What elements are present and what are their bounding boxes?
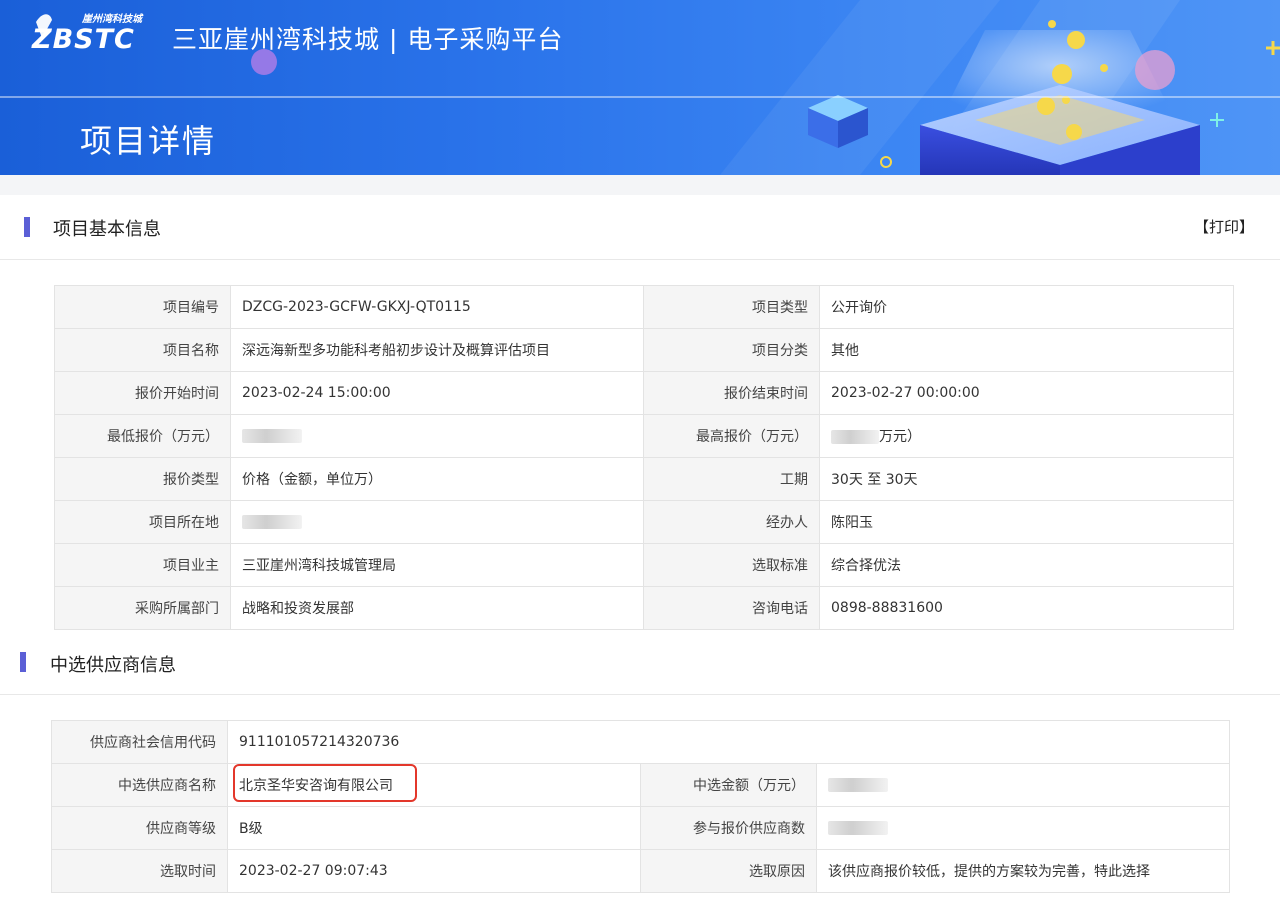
- field-label: 项目名称: [54, 328, 231, 372]
- field-value: B级: [227, 806, 641, 850]
- field-value: 万元）: [819, 414, 1234, 458]
- field-label: 选取原因: [640, 849, 817, 893]
- field-value: 0898-88831600: [819, 586, 1234, 630]
- field-value: 三亚崖州湾科技城管理局: [230, 543, 644, 587]
- credit-code-value: 911101057214320736: [226, 720, 1231, 764]
- table-row: 项目名称 深远海新型多功能科考船初步设计及概算评估项目 项目分类 其他: [54, 328, 1234, 372]
- table-row: 最低报价（万元） 最高报价（万元） 万元）: [54, 414, 1234, 458]
- table-row: 项目所在地 经办人 陈阳玉: [54, 500, 1234, 544]
- field-value: 价格（金额，单位万）: [230, 457, 644, 501]
- field-label: 选取标准: [643, 543, 820, 587]
- section-accent-bar: [24, 217, 30, 237]
- field-value: 30天 至 30天: [819, 457, 1234, 501]
- table-row: 选取时间 2023-02-27 09:07:43 选取原因 该供应商报价较低，提供的方…: [51, 849, 1231, 893]
- field-label: 报价类型: [54, 457, 231, 501]
- supplier-section-header: [0, 628, 1280, 695]
- field-value: [815, 806, 1231, 850]
- field-value: 综合择优法: [819, 543, 1234, 587]
- page-title: 项目详情: [80, 122, 217, 160]
- print-button[interactable]: 【打印】: [1194, 216, 1254, 237]
- redacted-value: [828, 778, 888, 792]
- field-label: 参与报价供应商数: [640, 806, 817, 850]
- supplier-info-rows: 中选供应商名称 北京圣华安咨询有限公司 中选金额（万元） 供应商等级 B级 参与报价供应商…: [51, 763, 1231, 893]
- redacted-value: [242, 515, 302, 529]
- table-row: 中选供应商名称 北京圣华安咨询有限公司 中选金额（万元）: [51, 763, 1231, 807]
- basic-info-table: 项目编号 DZCG-2023-GCFW-GKXJ-QT0115 项目类型 公开询价 项目…: [54, 285, 1234, 630]
- field-label: 项目所在地: [54, 500, 231, 544]
- field-value: [230, 414, 644, 458]
- field-label: 最高报价（万元）: [643, 414, 820, 458]
- field-label: 供应商等级: [51, 806, 228, 850]
- table-row: 采购所属部门 战略和投资发展部 咨询电话 0898-88831600: [54, 586, 1234, 630]
- redacted-value: [831, 430, 879, 444]
- field-value: 深远海新型多功能科考船初步设计及概算评估项目: [230, 328, 644, 372]
- value-unit: 万元）: [879, 429, 921, 445]
- zbstc-logo[interactable]: 崖州湾科技城 ZBSTC: [30, 8, 162, 52]
- basic-info-section-title: 项目基本信息: [53, 219, 161, 240]
- basic-info-section-header: [0, 195, 1280, 260]
- banner-divider: [0, 96, 1280, 98]
- supplier-info-table: 供应商社会信用代码 911101057214320736 中选供应商名称 北京圣华…: [51, 720, 1231, 893]
- redacted-value: [828, 821, 888, 835]
- field-value: 该供应商报价较低，提供的方案较为完善，特此选择: [815, 849, 1231, 893]
- site-title: 三亚崖州湾科技城 | 电子采购平台: [172, 25, 564, 54]
- field-value: 战略和投资发展部: [230, 586, 644, 630]
- redacted-value: [242, 429, 302, 443]
- field-value: 2023-02-27 00:00:00: [819, 371, 1234, 415]
- table-row: 项目业主 三亚崖州湾科技城管理局 选取标准 综合择优法: [54, 543, 1234, 587]
- field-label: 项目类型: [643, 285, 820, 329]
- table-row: 供应商等级 B级 参与报价供应商数: [51, 806, 1231, 850]
- field-value: 其他: [819, 328, 1234, 372]
- field-value: 陈阳玉: [819, 500, 1234, 544]
- field-label: 中选供应商名称: [51, 763, 228, 807]
- field-label: 咨询电话: [643, 586, 820, 630]
- field-value: 北京圣华安咨询有限公司: [227, 763, 641, 807]
- field-label: 最低报价（万元）: [54, 414, 231, 458]
- field-value: [230, 500, 644, 544]
- banner-gap: [0, 175, 1280, 195]
- credit-code-label: 供应商社会信用代码: [51, 720, 228, 764]
- field-label: 项目分类: [643, 328, 820, 372]
- logo-text: ZBSTC: [31, 24, 135, 52]
- field-value: [815, 763, 1231, 807]
- field-label: 中选金额（万元）: [640, 763, 817, 807]
- field-label: 经办人: [643, 500, 820, 544]
- header-banner: 崖州湾科技城 ZBSTC 三亚崖州湾科技城 | 电子采购平台 项目详情: [0, 0, 1280, 175]
- table-row: 报价开始时间 2023-02-24 15:00:00 报价结束时间 2023-02-2…: [54, 371, 1234, 415]
- field-label: 报价开始时间: [54, 371, 231, 415]
- field-label: 项目编号: [54, 285, 231, 329]
- field-label: 报价结束时间: [643, 371, 820, 415]
- basic-info-rows: 项目编号 DZCG-2023-GCFW-GKXJ-QT0115 项目类型 公开询价 项目…: [54, 285, 1234, 630]
- field-value: 公开询价: [819, 285, 1234, 329]
- supplier-section-title: 中选供应商信息: [50, 655, 176, 676]
- field-value: 2023-02-27 09:07:43: [227, 849, 641, 893]
- field-value: DZCG-2023-GCFW-GKXJ-QT0115: [230, 285, 644, 329]
- field-label: 项目业主: [54, 543, 231, 587]
- table-row: 报价类型 价格（金额，单位万） 工期 30天 至 30天: [54, 457, 1234, 501]
- section-accent-bar: [20, 652, 26, 672]
- table-row: 供应商社会信用代码 911101057214320736: [51, 720, 1231, 764]
- field-label: 选取时间: [51, 849, 228, 893]
- field-label: 采购所属部门: [54, 586, 231, 630]
- field-label: 工期: [643, 457, 820, 501]
- field-value: 2023-02-24 15:00:00: [230, 371, 644, 415]
- table-row: 项目编号 DZCG-2023-GCFW-GKXJ-QT0115 项目类型 公开询价: [54, 285, 1234, 329]
